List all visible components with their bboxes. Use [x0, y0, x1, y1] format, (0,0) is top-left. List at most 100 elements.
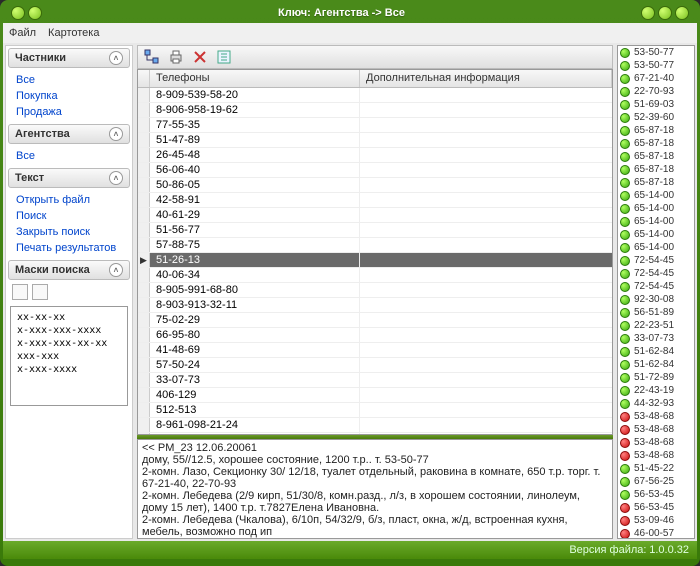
status-phone-row[interactable]: 53-50-77	[618, 59, 694, 72]
status-phone-row[interactable]: 22-43-19	[618, 384, 694, 397]
sidebar-link[interactable]: Печать результатов	[12, 240, 126, 256]
delete-icon[interactable]	[192, 49, 208, 65]
chevron-up-icon[interactable]: ˄	[109, 171, 123, 185]
status-phone-row[interactable]: 51-69-03	[618, 98, 694, 111]
status-phone-row[interactable]: 53-50-77	[618, 46, 694, 59]
table-row[interactable]: 57-88-75	[138, 238, 612, 253]
menu-file[interactable]: Файл	[9, 27, 36, 39]
menu-card[interactable]: Картотека	[48, 27, 99, 39]
print-icon[interactable]	[168, 49, 184, 65]
sidebar-link[interactable]: Поиск	[12, 208, 126, 224]
chevron-up-icon[interactable]: ˄	[109, 51, 123, 65]
panel-chastniki-header[interactable]: Частники ˄	[8, 48, 130, 68]
status-phone-row[interactable]: 72-54-45	[618, 254, 694, 267]
table-row[interactable]: 51-56-77	[138, 223, 612, 238]
table-row[interactable]: 42-58-91	[138, 193, 612, 208]
table-row[interactable]: 26-45-48	[138, 148, 612, 163]
table-row[interactable]: 512-513	[138, 403, 612, 418]
status-phone-row[interactable]: 44-32-93	[618, 397, 694, 410]
status-phone-row[interactable]: 46-00-57	[618, 527, 694, 539]
status-phone-row[interactable]: 51-45-22	[618, 462, 694, 475]
table-row[interactable]: 40-61-29	[138, 208, 612, 223]
table-row[interactable]: 41-48-69	[138, 343, 612, 358]
maximize-button[interactable]	[658, 6, 672, 20]
status-phone-row[interactable]: 92-30-08	[618, 293, 694, 306]
sidebar-link[interactable]: Закрыть поиск	[12, 224, 126, 240]
status-phone-row[interactable]: 72-54-45	[618, 267, 694, 280]
col-info[interactable]: Дополнительная информация	[360, 70, 612, 87]
status-phone-row[interactable]: 51-72-89	[618, 371, 694, 384]
table-row[interactable]: 8-903-913-32-11	[138, 298, 612, 313]
status-phone-row[interactable]: 53-48-68	[618, 449, 694, 462]
window-button[interactable]	[28, 6, 42, 20]
status-phone-row[interactable]: 53-48-68	[618, 410, 694, 423]
sidebar-link[interactable]: Все	[12, 72, 126, 88]
table-row[interactable]: 50-86-05	[138, 178, 612, 193]
status-phone-row[interactable]: 53-48-68	[618, 436, 694, 449]
sidebar-link[interactable]: Все	[12, 148, 126, 164]
table-row[interactable]: 77-55-35	[138, 118, 612, 133]
sidebar-link[interactable]: Покупка	[12, 88, 126, 104]
sidebar-link[interactable]: Открыть файл	[12, 192, 126, 208]
status-phone-row[interactable]: 72-54-45	[618, 280, 694, 293]
table-row[interactable]: 57-50-24	[138, 358, 612, 373]
chevron-up-icon[interactable]: ˄	[109, 127, 123, 141]
table-row[interactable]: 33-07-73	[138, 373, 612, 388]
table-row[interactable]: 8-906-958-19-62	[138, 103, 612, 118]
status-phone-row[interactable]: 67-21-40	[618, 72, 694, 85]
status-phone-row[interactable]: 51-62-84	[618, 358, 694, 371]
status-phone-row[interactable]: 56-53-45	[618, 488, 694, 501]
table-row[interactable]: 8-909-539-58-20	[138, 88, 612, 103]
status-phone-row[interactable]: 65-14-00	[618, 241, 694, 254]
status-phone-row[interactable]: 65-87-18	[618, 163, 694, 176]
status-dot-green-icon	[620, 61, 630, 71]
status-phone-row[interactable]: 33-07-73	[618, 332, 694, 345]
status-phone-row[interactable]: 65-14-00	[618, 189, 694, 202]
tree-icon[interactable]	[144, 49, 160, 65]
mask-item[interactable]: xxx-xxx	[15, 350, 123, 363]
status-phone-row[interactable]: 53-09-46	[618, 514, 694, 527]
mask-item[interactable]: xx-xx-xx	[15, 311, 123, 324]
table-row[interactable]: ▶51-26-13	[138, 253, 612, 268]
panel-masks-header[interactable]: Маски поиска ˄	[8, 260, 130, 280]
status-phone-row[interactable]: 53-48-68	[618, 423, 694, 436]
status-phone-row[interactable]: 65-14-00	[618, 215, 694, 228]
table-row[interactable]: 8-961-098-21-24	[138, 418, 612, 433]
remove-mask-icon[interactable]	[32, 284, 48, 300]
minimize-button[interactable]	[641, 6, 655, 20]
chevron-up-icon[interactable]: ˄	[109, 263, 123, 277]
close-button[interactable]	[675, 6, 689, 20]
table-row[interactable]: 8-903-914-03-04	[138, 433, 612, 434]
table-row[interactable]: 406-129	[138, 388, 612, 403]
status-phone-row[interactable]: 65-14-00	[618, 202, 694, 215]
status-phone-row[interactable]: 22-23-51	[618, 319, 694, 332]
mask-item[interactable]: x-xxx-xxx-xxxx	[15, 324, 123, 337]
status-phone-row[interactable]: 52-39-60	[618, 111, 694, 124]
status-phone-row[interactable]: 65-87-18	[618, 124, 694, 137]
add-mask-icon[interactable]	[12, 284, 28, 300]
mask-item[interactable]: x-xxx-xxx-xx-xx	[15, 337, 123, 350]
window-button[interactable]	[11, 6, 25, 20]
status-phone-row[interactable]: 67-56-25	[618, 475, 694, 488]
export-icon[interactable]	[216, 49, 232, 65]
table-row[interactable]: 75-02-29	[138, 313, 612, 328]
status-phone-row[interactable]: 65-87-18	[618, 150, 694, 163]
status-phone-row[interactable]: 51-62-84	[618, 345, 694, 358]
mask-list[interactable]: xx-xx-xxx-xxx-xxx-xxxxx-xxx-xxx-xx-xxxxx…	[10, 306, 128, 406]
status-phone-row[interactable]: 65-14-00	[618, 228, 694, 241]
status-phone-row[interactable]: 65-87-18	[618, 176, 694, 189]
mask-item[interactable]: x-xxx-xxxx	[15, 363, 123, 376]
table-row[interactable]: 40-06-34	[138, 268, 612, 283]
sidebar-link[interactable]: Продажа	[12, 104, 126, 120]
col-phones[interactable]: Телефоны	[150, 70, 360, 87]
table-row[interactable]: 56-06-40	[138, 163, 612, 178]
status-phone-row[interactable]: 56-53-45	[618, 501, 694, 514]
panel-agentstva-header[interactable]: Агентства ˄	[8, 124, 130, 144]
status-phone-row[interactable]: 56-51-89	[618, 306, 694, 319]
status-phone-row[interactable]: 65-87-18	[618, 137, 694, 150]
table-row[interactable]: 66-95-80	[138, 328, 612, 343]
status-phone-row[interactable]: 22-70-93	[618, 85, 694, 98]
panel-text-header[interactable]: Текст ˄	[8, 168, 130, 188]
table-row[interactable]: 8-905-991-68-80	[138, 283, 612, 298]
table-row[interactable]: 51-47-89	[138, 133, 612, 148]
